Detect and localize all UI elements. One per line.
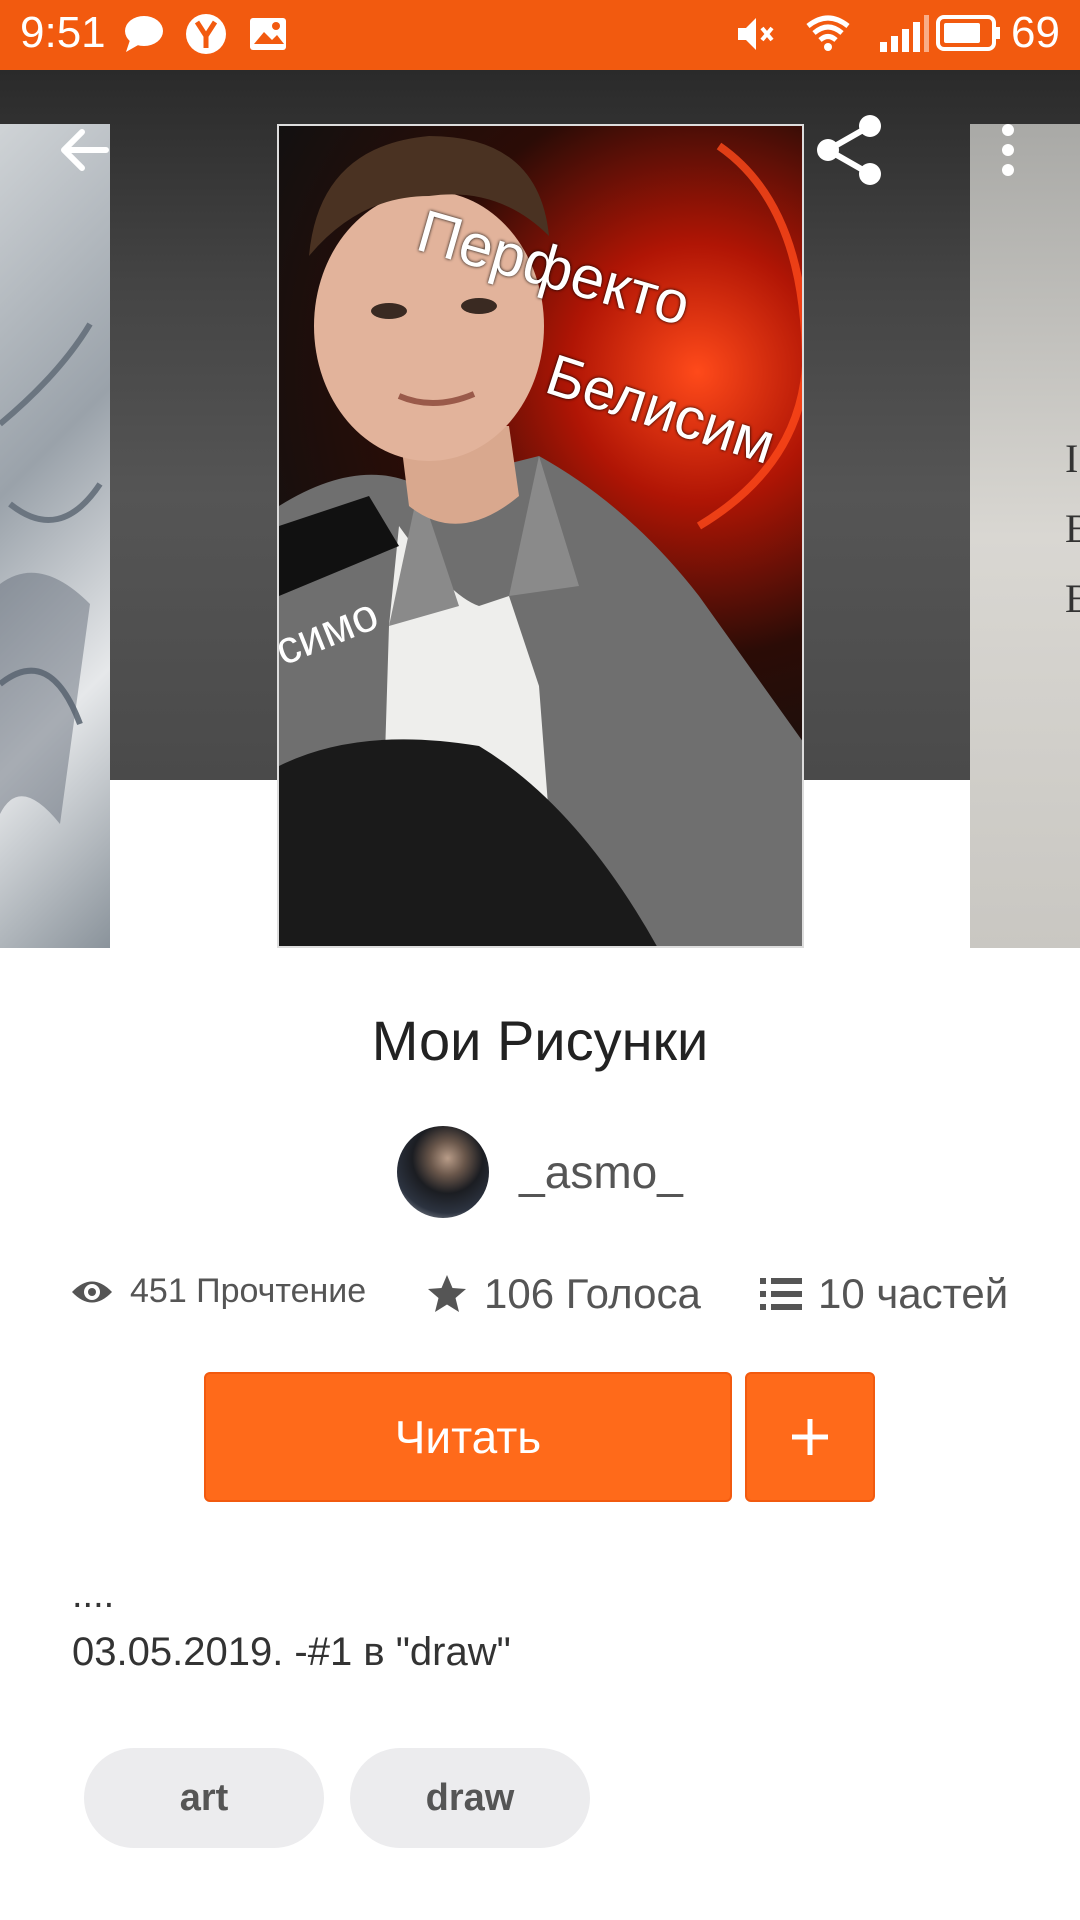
add-to-library-button[interactable] bbox=[745, 1372, 875, 1502]
story-title: Мои Рисунки bbox=[371, 1009, 709, 1072]
image-notification-icon bbox=[250, 18, 286, 50]
tag-list: art draw bbox=[84, 1748, 590, 1848]
plus-icon bbox=[792, 1419, 828, 1455]
back-button[interactable] bbox=[44, 110, 124, 190]
next-story-cover[interactable]: IEE bbox=[970, 124, 1080, 948]
read-button[interactable]: Читать bbox=[204, 1372, 732, 1502]
arrow-left-icon bbox=[61, 129, 109, 171]
votes-stat: 106 Голоса bbox=[426, 1270, 701, 1318]
votes-count: 106 Голоса bbox=[484, 1270, 701, 1317]
more-options-button[interactable] bbox=[968, 110, 1048, 190]
description-dots: .... bbox=[72, 1574, 115, 1616]
share-icon bbox=[817, 115, 881, 185]
story-stats: 451 Прочтение 106 Голоса 10 частей bbox=[0, 1266, 1080, 1336]
status-system-icons bbox=[734, 12, 930, 56]
next-cover-text-fragment: IEE bbox=[1065, 436, 1080, 621]
author-name[interactable]: _asmo_ bbox=[519, 1145, 683, 1199]
battery-indicator: 69 bbox=[935, 8, 1060, 58]
read-button-label: Читать bbox=[394, 1411, 542, 1463]
description-text: 03.05.2019. -#1 в "draw" bbox=[72, 1630, 511, 1674]
list-icon bbox=[760, 1278, 802, 1310]
parts-stat: 10 частей bbox=[760, 1270, 1008, 1318]
wifi-icon bbox=[806, 15, 850, 51]
sketch-art-image bbox=[0, 322, 103, 824]
tag-art[interactable]: art bbox=[84, 1748, 324, 1848]
author-avatar[interactable] bbox=[397, 1126, 490, 1218]
more-vertical-icon bbox=[1002, 124, 1014, 176]
muted-volume-icon bbox=[738, 18, 774, 50]
battery-icon bbox=[936, 15, 1001, 51]
battery-level: 69 bbox=[1011, 8, 1060, 57]
share-button[interactable] bbox=[810, 110, 890, 190]
yandex-icon bbox=[186, 14, 226, 54]
status-bar: 9:51 69 bbox=[0, 0, 1080, 70]
status-time: 9:51 bbox=[20, 8, 106, 57]
signal-icon bbox=[880, 15, 929, 52]
reads-count: 451 Прочтение bbox=[130, 1272, 367, 1310]
status-notification-icons bbox=[122, 12, 290, 56]
story-cover-image[interactable]: Перфекто Белисим симо bbox=[277, 124, 804, 948]
star-icon bbox=[428, 1275, 466, 1312]
chat-bubble-icon bbox=[125, 16, 163, 52]
tag-draw[interactable]: draw bbox=[350, 1748, 590, 1848]
eye-icon bbox=[72, 1281, 112, 1302]
author-row[interactable]: _asmo_ bbox=[0, 1126, 1080, 1218]
reads-stat: 451 Прочтение bbox=[70, 1272, 366, 1311]
previous-story-cover[interactable] bbox=[0, 124, 110, 948]
parts-count: 10 частей bbox=[818, 1270, 1009, 1317]
